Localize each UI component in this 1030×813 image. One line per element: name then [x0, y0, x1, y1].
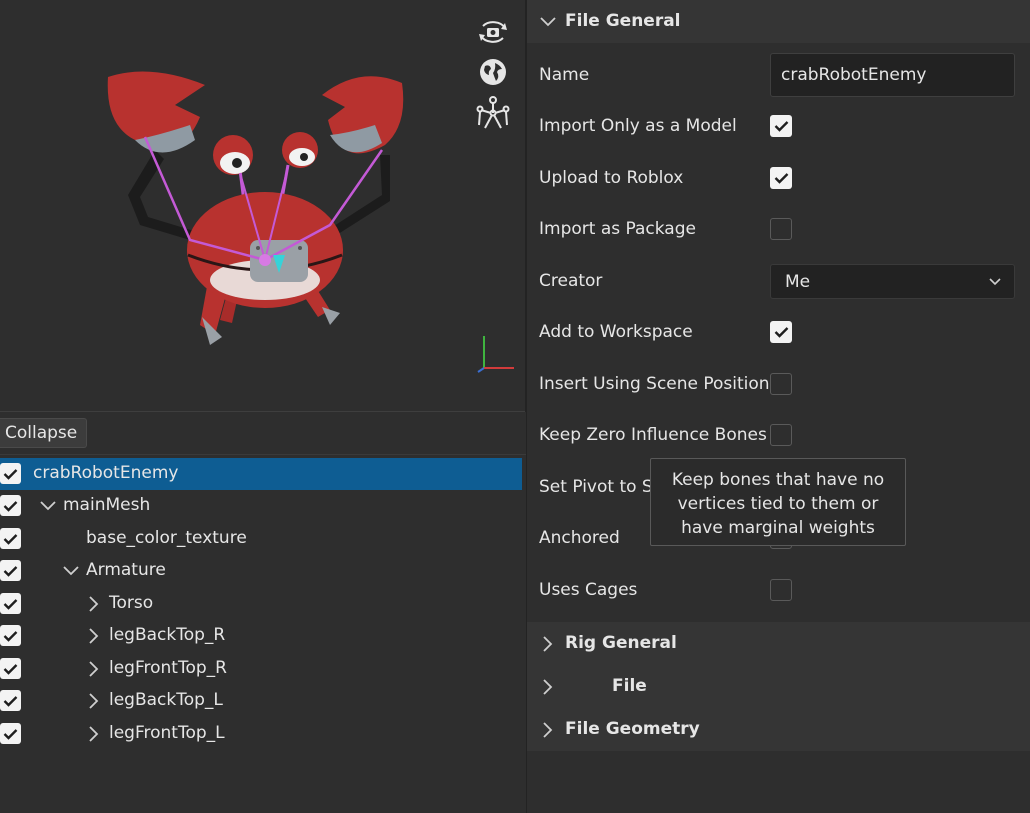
creator-value: Me — [785, 271, 811, 292]
import-as-package-checkbox[interactable] — [770, 218, 792, 240]
chevron-right-icon[interactable] — [86, 596, 102, 612]
chevron-down-icon[interactable] — [539, 13, 557, 31]
globe-icon[interactable] — [474, 54, 512, 90]
insert-scene-position-checkbox[interactable] — [770, 373, 792, 395]
chevron-right-icon[interactable] — [86, 726, 102, 742]
chevron-right-icon[interactable] — [86, 628, 102, 644]
tree-item-label: mainMesh — [63, 495, 151, 515]
hierarchy-tree-panel: Collapse crabRobotEnemy mainMesh base_co… — [0, 412, 526, 813]
checkbox-checked-icon[interactable] — [0, 463, 21, 484]
section-rig-general[interactable]: Rig General — [527, 622, 1030, 665]
name-label: Name — [539, 65, 590, 85]
chevron-right-icon[interactable] — [539, 678, 557, 696]
tree-item-label: legBackTop_L — [109, 690, 223, 710]
chevron-right-icon[interactable] — [539, 635, 557, 653]
chevron-right-icon[interactable] — [86, 693, 102, 709]
section-title: File Geometry — [565, 719, 700, 739]
creator-label: Creator — [539, 271, 603, 291]
properties-empty-area — [527, 752, 1030, 813]
camera-orbit-icon[interactable] — [474, 14, 512, 50]
section-title: Rig General — [565, 633, 677, 653]
import-properties-panel: File General Name Import Only as a Model… — [527, 0, 1030, 813]
uses-cages-checkbox[interactable] — [770, 579, 792, 601]
tooltip: Keep bones that have no vertices tied to… — [650, 458, 906, 546]
tree-row-legbacktop-r[interactable]: legBackTop_R — [0, 620, 522, 652]
chevron-down-icon — [989, 278, 1001, 286]
tree-row-armature[interactable]: Armature — [0, 555, 522, 587]
set-pivot-label: Set Pivot to S — [539, 477, 653, 497]
import-as-package-label: Import as Package — [539, 219, 696, 239]
chevron-right-icon[interactable] — [539, 721, 557, 739]
uses-cages-label: Uses Cages — [539, 580, 638, 600]
section-file[interactable]: File — [527, 665, 1030, 708]
tree-row-legfronttop-r[interactable]: legFrontTop_R — [0, 653, 522, 685]
model-viewport[interactable] — [0, 0, 526, 411]
keep-zero-influence-checkbox[interactable] — [770, 424, 792, 446]
tree-row-mainmesh[interactable]: mainMesh — [0, 490, 522, 522]
add-to-workspace-label: Add to Workspace — [539, 322, 693, 342]
section-title: File General — [565, 11, 681, 31]
upload-to-roblox-checkbox[interactable] — [770, 167, 792, 189]
tree-row-crabrobotenemy[interactable]: crabRobotEnemy — [0, 458, 522, 490]
name-field[interactable] — [770, 53, 1015, 97]
checkbox-checked-icon[interactable] — [0, 723, 21, 744]
skeleton-rig-icon[interactable] — [474, 95, 512, 131]
tree-separator — [0, 454, 526, 455]
tree-item-label: Armature — [86, 560, 166, 580]
chevron-down-icon[interactable] — [40, 498, 56, 514]
collapse-button[interactable]: Collapse — [0, 418, 87, 448]
import-only-model-label: Import Only as a Model — [539, 116, 737, 136]
axis-gizmo-icon — [477, 336, 514, 373]
chevron-right-icon[interactable] — [86, 661, 102, 677]
section-file-general[interactable]: File General — [527, 0, 1030, 43]
insert-scene-position-label: Insert Using Scene Position — [539, 374, 770, 394]
checkbox-checked-icon[interactable] — [0, 690, 21, 711]
keep-zero-influence-label: Keep Zero Influence Bones — [539, 425, 767, 445]
creator-dropdown[interactable]: Me — [770, 264, 1015, 299]
tree-item-label: base_color_texture — [86, 528, 247, 548]
tree-item-label: crabRobotEnemy — [33, 463, 179, 483]
checkbox-checked-icon[interactable] — [0, 528, 21, 549]
tree-item-label: legFrontTop_L — [109, 723, 225, 743]
tree-item-label: Torso — [109, 593, 154, 613]
anchored-label: Anchored — [539, 528, 620, 548]
tree-row-legfronttop-l[interactable]: legFrontTop_L — [0, 718, 522, 750]
tree-item-label: legBackTop_R — [109, 625, 226, 645]
section-title: File — [612, 676, 647, 696]
chevron-down-icon[interactable] — [63, 563, 79, 579]
checkbox-checked-icon[interactable] — [0, 658, 21, 679]
tree-row-base-color-texture[interactable]: base_color_texture — [0, 523, 522, 555]
upload-to-roblox-label: Upload to Roblox — [539, 168, 684, 188]
tree-item-label: legFrontTop_R — [109, 658, 227, 678]
checkbox-checked-icon[interactable] — [0, 625, 21, 646]
tree-row-torso[interactable]: Torso — [0, 588, 522, 620]
crab-robot-model — [107, 71, 404, 345]
import-only-model-checkbox[interactable] — [770, 115, 792, 137]
checkbox-checked-icon[interactable] — [0, 593, 21, 614]
checkbox-checked-icon[interactable] — [0, 560, 21, 581]
section-file-geometry[interactable]: File Geometry — [527, 708, 1030, 751]
add-to-workspace-checkbox[interactable] — [770, 321, 792, 343]
tree-row-legbacktop-l[interactable]: legBackTop_L — [0, 685, 522, 717]
checkbox-checked-icon[interactable] — [0, 495, 21, 516]
